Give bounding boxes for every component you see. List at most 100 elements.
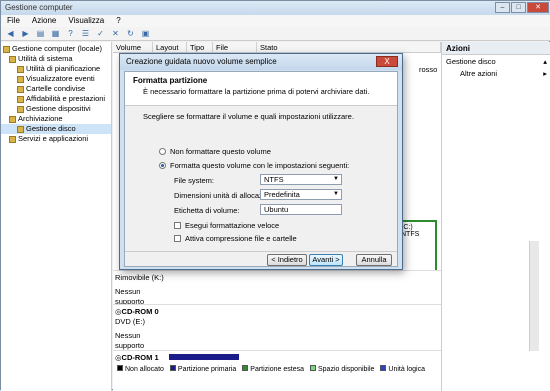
dialog-intro: Scegliere se formattare il volume e qual…	[143, 112, 354, 121]
title-bar: Gestione computer – □ ✕	[1, 1, 550, 15]
tree-item-reliability[interactable]: Affidabilità e prestazioni	[1, 94, 111, 104]
cdrom0-row[interactable]: ◎CD-ROM 0 DVD (E:) Nessun supporto	[113, 304, 441, 350]
performance-icon	[17, 95, 24, 103]
cdrom1-name: CD-ROM 1	[121, 353, 159, 362]
tree-item-device-manager[interactable]: Gestione dispositivi	[1, 104, 111, 114]
navigation-tree: Gestione computer (locale) Utilità di si…	[1, 42, 112, 391]
legend-swatch	[169, 365, 176, 371]
removable-disk-row[interactable]: Rimovibile (K:) Nessun supporto	[113, 270, 441, 306]
tools-icon	[9, 55, 16, 63]
tree-item-services[interactable]: Servizi e applicazioni	[1, 134, 111, 144]
dialog-title: Creazione guidata nuovo volume semplice	[120, 54, 402, 70]
window-title: Gestione computer	[5, 3, 73, 12]
col-filesystem[interactable]: File Sistema	[213, 42, 257, 61]
close-button[interactable]: ✕	[527, 2, 549, 13]
tree-item-shared-folders[interactable]: Cartelle condivise	[1, 84, 111, 94]
quick-format-checkbox[interactable]: Esegui formattazione veloce	[174, 221, 279, 230]
filesystem-select[interactable]: NTFS ▼	[260, 174, 342, 185]
vertical-scrollbar[interactable]	[529, 241, 539, 351]
dialog-heading: Formatta partizione	[133, 76, 208, 85]
chevron-down-icon: ▼	[333, 176, 339, 182]
tree-item-event-viewer[interactable]: Visualizzatore eventi	[1, 74, 111, 84]
help-icon[interactable]: ?	[65, 28, 76, 39]
dialog-subheading: È necessario formattare la partizione pr…	[143, 87, 370, 96]
col-layout[interactable]: Layout	[153, 42, 187, 52]
properties-icon[interactable]: ▦	[50, 28, 61, 39]
maximize-button[interactable]: □	[511, 2, 526, 13]
col-volume[interactable]: Volume	[113, 42, 153, 52]
filesystem-label: File system:	[174, 176, 215, 185]
menu-visualizza[interactable]: Visualizza	[68, 16, 104, 26]
cdrom0-drive: DVD (E:)	[115, 317, 145, 326]
allocation-select[interactable]: Predefinita ▼	[260, 189, 342, 200]
legend-item: Partizione primaria	[169, 365, 236, 373]
checkbox-box[interactable]	[174, 222, 181, 229]
clock-icon	[17, 65, 24, 73]
tree-item-system-tools[interactable]: Utilità di sistema	[1, 54, 111, 64]
dialog-body: Formatta partizione È necessario formatt…	[124, 71, 398, 267]
dialog-separator	[125, 251, 397, 252]
legend-swatch	[117, 365, 123, 371]
legend-item: Partizione estesa	[242, 365, 304, 373]
export-icon[interactable]: ▣	[140, 28, 151, 39]
cdrom0-media: Nessun supporto	[115, 331, 145, 350]
volume-list-header: Volume Layout Tipo File Sistema Stato	[113, 42, 441, 61]
legend-swatch	[242, 365, 249, 371]
check-icon[interactable]: ✓	[95, 28, 106, 39]
menu-file[interactable]: File	[7, 16, 20, 26]
menu-bar: File Azione Visualizza ?	[1, 15, 550, 27]
tree-item-scheduler[interactable]: Utilità di pianificazione	[1, 64, 111, 74]
list-view-icon[interactable]: ☰	[80, 28, 91, 39]
dialog-header: Formatta partizione È necessario formatt…	[125, 72, 397, 106]
volume-label-label: Etichetta di volume:	[174, 206, 240, 215]
action-more-actions[interactable]: Altre azioni ▸	[442, 67, 550, 79]
folder-icon[interactable]: ▤	[35, 28, 46, 39]
partition-block[interactable]: (C:) NTFS	[397, 220, 437, 272]
disk-icon	[17, 125, 24, 133]
radio-format[interactable]: Formatta questo volume con le impostazio…	[159, 161, 349, 170]
toolbar: ◀ ▶ ▤ ▦ ? ☰ ✓ ✕ ↻ ▣	[1, 27, 550, 41]
delete-icon[interactable]: ✕	[110, 28, 121, 39]
computer-icon	[3, 45, 10, 53]
col-status[interactable]: Stato	[257, 42, 441, 52]
storage-icon	[9, 115, 16, 123]
forward-arrow-icon[interactable]: ▶	[20, 28, 31, 39]
radio-no-format[interactable]: Non formattare questo volume	[159, 147, 271, 156]
minimize-button[interactable]: –	[495, 2, 510, 13]
cdrom1-volume-bar[interactable]	[169, 354, 239, 360]
back-button[interactable]: < Indietro	[267, 254, 307, 266]
removable-label: Rimovibile (K:)	[115, 273, 164, 282]
new-volume-wizard-dialog: Creazione guidata nuovo volume semplice …	[119, 53, 403, 270]
shared-folder-icon	[17, 85, 24, 93]
compression-checkbox[interactable]: Attiva compressione file e cartelle	[174, 234, 297, 243]
back-arrow-icon[interactable]: ◀	[5, 28, 16, 39]
col-type[interactable]: Tipo	[187, 42, 213, 52]
action-disk-management[interactable]: Gestione disco ▴	[442, 55, 550, 67]
status-partial-text: rosso	[419, 65, 438, 74]
legend-item: Non allocato	[117, 365, 164, 373]
tree-item-root[interactable]: Gestione computer (locale)	[1, 44, 111, 54]
menu-help[interactable]: ?	[116, 16, 120, 26]
radio-dot-selected[interactable]	[159, 162, 166, 169]
dialog-close-button[interactable]: X	[376, 56, 398, 67]
radio-dot[interactable]	[159, 148, 166, 155]
checkbox-box[interactable]	[174, 235, 181, 242]
collapse-arrow-icon: ▴	[543, 57, 547, 66]
services-icon	[9, 135, 16, 143]
legend: Non allocato Partizione primaria Partizi…	[113, 363, 441, 375]
main-window: Gestione computer – □ ✕ File Azione Visu…	[0, 0, 550, 391]
event-icon	[17, 75, 24, 83]
cancel-button[interactable]: Annulla	[356, 254, 392, 266]
actions-header: Azioni	[442, 42, 550, 55]
volume-label-input[interactable]: Ubuntu	[260, 204, 342, 215]
window-controls: – □ ✕	[495, 2, 549, 14]
cdrom1-row[interactable]: ◎CD-ROM 1	[113, 350, 441, 364]
refresh-icon[interactable]: ↻	[125, 28, 136, 39]
device-icon	[17, 105, 24, 113]
menu-azione[interactable]: Azione	[32, 16, 56, 26]
tree-item-storage[interactable]: Archiviazione	[1, 114, 111, 124]
tree-item-disk-management[interactable]: Gestione disco	[1, 124, 111, 134]
next-button[interactable]: Avanti >	[309, 254, 343, 266]
submenu-arrow-icon: ▸	[543, 69, 547, 78]
cdrom0-name: CD-ROM 0	[121, 307, 159, 316]
